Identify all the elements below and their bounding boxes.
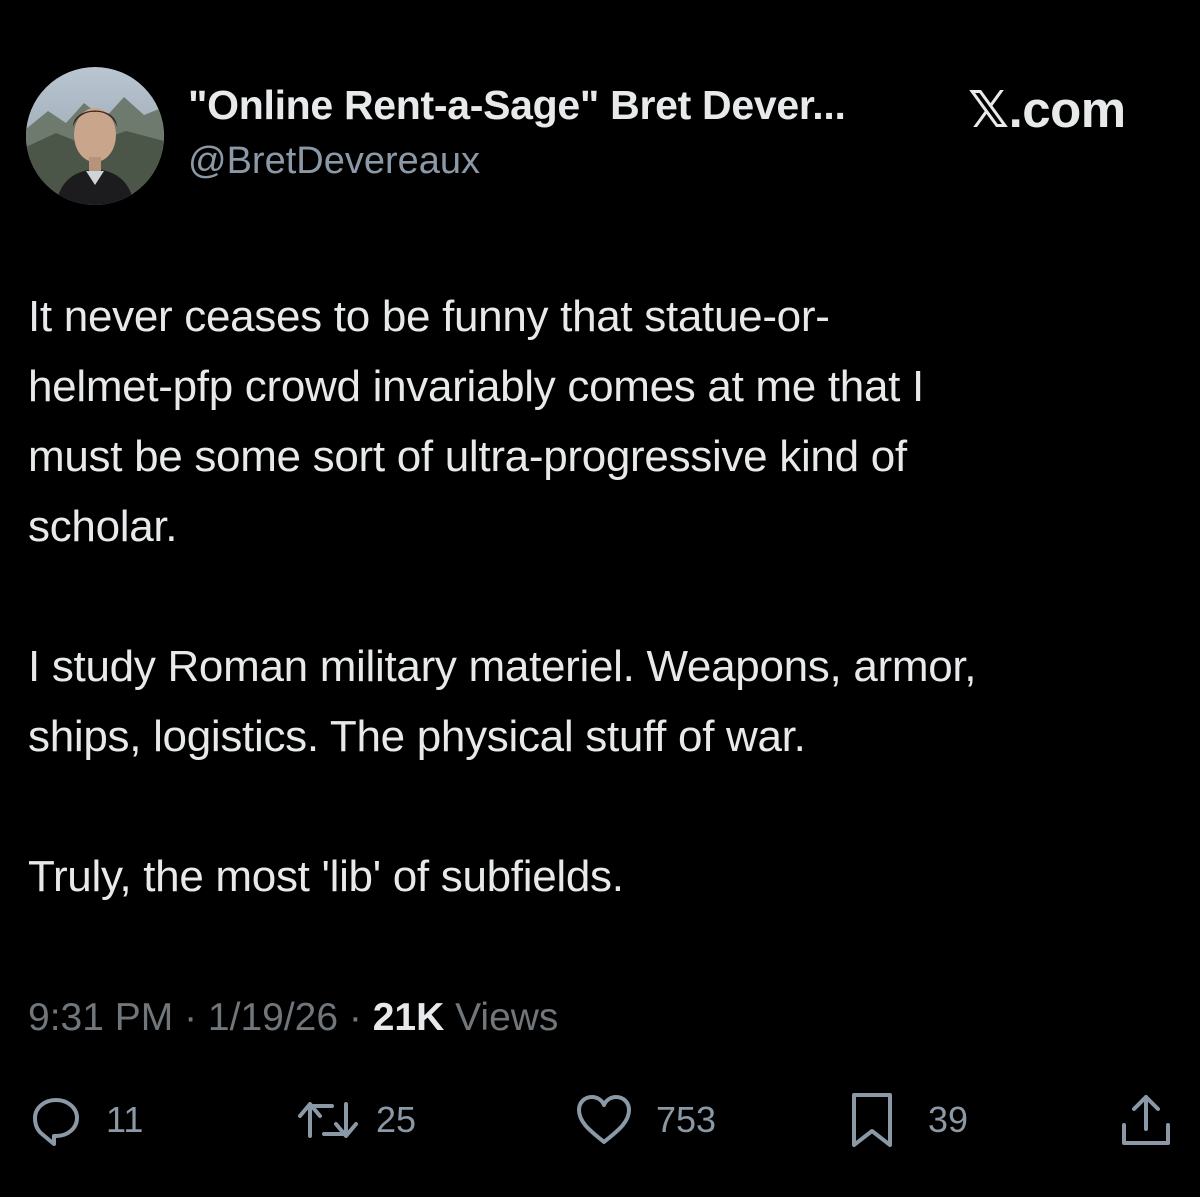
bookmark-count: 39 <box>928 1099 969 1140</box>
meta-separator: · <box>173 996 208 1039</box>
speech-bubble-icon <box>28 1092 84 1148</box>
share-upload-icon <box>1118 1091 1174 1149</box>
reply-count: 11 <box>106 1099 144 1140</box>
bookmark-button[interactable]: 39 <box>848 1088 968 1152</box>
repost-count: 25 <box>376 1099 417 1140</box>
repost-button[interactable]: 25 <box>296 1088 416 1152</box>
heart-icon <box>574 1092 634 1148</box>
views-label: Views <box>444 996 559 1039</box>
share-button[interactable] <box>1118 1088 1174 1152</box>
tweet-date[interactable]: 1/19/26 <box>208 996 338 1039</box>
views-count: 21K <box>372 996 445 1039</box>
like-count: 753 <box>656 1099 717 1140</box>
action-bar: 11 25 753 39 <box>0 1088 1200 1152</box>
user-handle[interactable]: @BretDevereaux <box>188 140 480 183</box>
tweet-time[interactable]: 9:31 PM <box>28 996 173 1039</box>
x-logo: 𝕏.com <box>968 81 1126 138</box>
meta-separator: · <box>338 996 373 1039</box>
reply-button[interactable]: 11 <box>28 1088 143 1152</box>
repost-arrows-icon <box>296 1092 360 1148</box>
like-button[interactable]: 753 <box>574 1088 716 1152</box>
bookmark-icon <box>848 1091 896 1149</box>
tweet-paragraph: I study Roman military materiel. Weapons… <box>28 642 977 761</box>
tweet-text: It never ceases to be funny that statue-… <box>28 282 1178 912</box>
tweet-paragraph: It never ceases to be funny that statue-… <box>28 292 924 551</box>
tweet-paragraph: Truly, the most 'lib' of subfields. <box>28 852 624 901</box>
tweet-metadata: 9:31 PM · 1/19/26 · 21K Views <box>28 996 558 1040</box>
avatar[interactable] <box>26 67 164 205</box>
display-name[interactable]: "Online Rent-a-Sage" Bret Dever... <box>188 82 846 129</box>
